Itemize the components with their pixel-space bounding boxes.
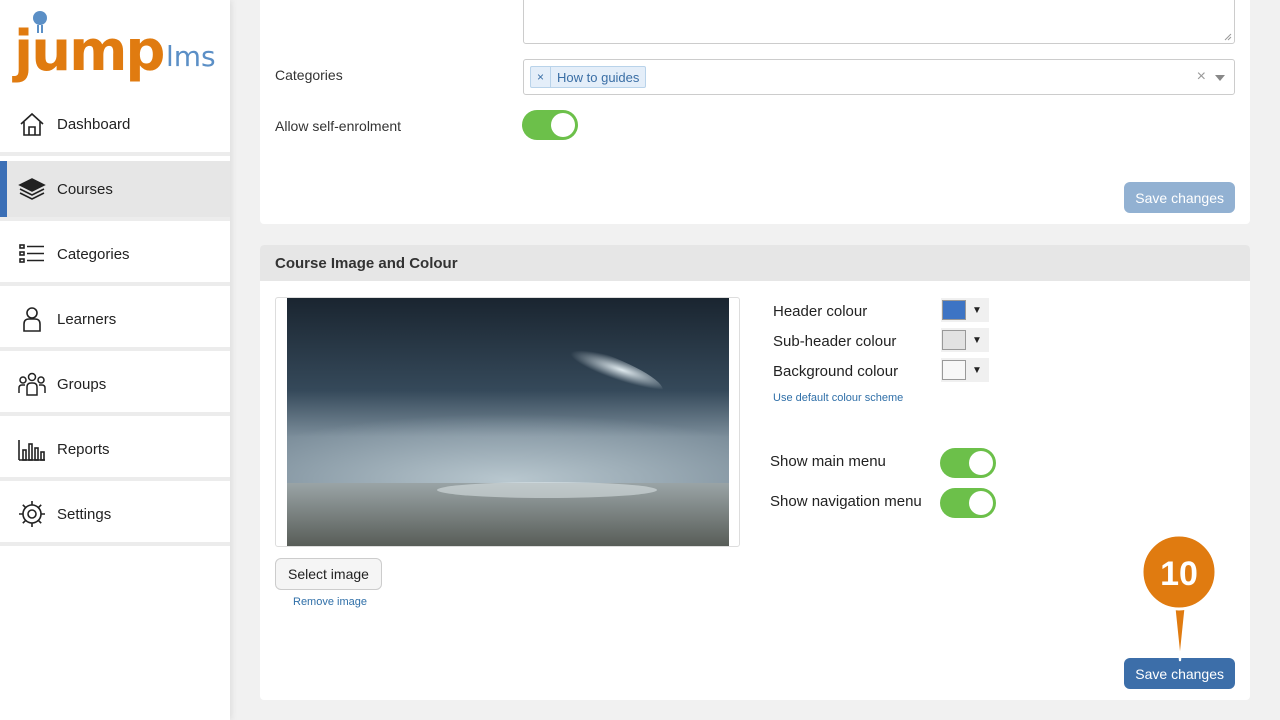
header-colour-picker[interactable]: ▼ bbox=[941, 298, 989, 322]
background-colour-label: Background colour bbox=[773, 363, 899, 380]
sidebar-item-groups[interactable]: Groups bbox=[0, 356, 230, 416]
course-image-frame bbox=[275, 297, 740, 547]
header-colour-swatch bbox=[942, 300, 966, 320]
sidebar-item-reports[interactable]: Reports bbox=[0, 421, 230, 481]
subheader-colour-swatch bbox=[942, 330, 966, 350]
sidebar-item-label: Settings bbox=[57, 505, 112, 523]
self-enrolment-toggle[interactable] bbox=[522, 110, 578, 140]
home-icon bbox=[17, 109, 47, 139]
header-colour-label: Header colour bbox=[773, 303, 868, 320]
sidebar-item-settings[interactable]: Settings bbox=[0, 486, 230, 546]
remove-image-link[interactable]: Remove image bbox=[293, 596, 367, 608]
toggle-knob bbox=[551, 113, 575, 137]
self-enrolment-label: Allow self-enrolment bbox=[275, 118, 402, 134]
background-colour-picker[interactable]: ▼ bbox=[941, 358, 989, 382]
toggle-knob bbox=[969, 451, 993, 475]
gear-icon bbox=[17, 499, 47, 529]
caret-down-icon: ▼ bbox=[972, 364, 982, 376]
course-image-colour-card: Course Image and Colour Select image Rem… bbox=[260, 245, 1250, 700]
toggle-knob bbox=[969, 491, 993, 515]
bar-chart-icon bbox=[17, 434, 47, 464]
save-changes-button[interactable]: Save changes bbox=[1124, 182, 1235, 213]
sidebar-item-categories[interactable]: Categories bbox=[0, 226, 230, 286]
caret-down-icon: ▼ bbox=[972, 304, 982, 316]
svg-text:jump: jump bbox=[12, 19, 164, 84]
course-image-preview bbox=[287, 298, 729, 546]
sidebar-item-label: Learners bbox=[57, 310, 117, 328]
sidebar-item-label: Categories bbox=[57, 245, 130, 263]
svg-text:lms: lms bbox=[166, 40, 216, 73]
description-textarea[interactable] bbox=[523, 0, 1235, 44]
group-icon bbox=[17, 369, 47, 399]
sidebar-item-label: Dashboard bbox=[57, 115, 131, 133]
sidebar-item-courses[interactable]: Courses bbox=[0, 161, 230, 221]
sidebar-item-dashboard[interactable]: Dashboard bbox=[0, 96, 230, 156]
sidebar-item-label: Reports bbox=[57, 440, 110, 458]
subheader-colour-picker[interactable]: ▼ bbox=[941, 328, 989, 352]
course-settings-card: Categories × How to guides × Allow self-… bbox=[260, 0, 1250, 224]
remove-tag-button[interactable]: × bbox=[531, 67, 552, 87]
subheader-colour-label: Sub-header colour bbox=[773, 333, 897, 350]
background-colour-swatch bbox=[942, 360, 966, 380]
show-main-menu-toggle[interactable] bbox=[940, 448, 996, 478]
category-tag: × How to guides bbox=[530, 66, 647, 88]
jumplms-logo[interactable]: jump lms bbox=[12, 8, 222, 92]
default-colour-scheme-link[interactable]: Use default colour scheme bbox=[773, 392, 903, 404]
show-navigation-menu-label: Show navigation menu bbox=[770, 493, 922, 510]
resize-grip-icon[interactable] bbox=[1224, 33, 1232, 41]
select-image-button[interactable]: Select image bbox=[275, 558, 382, 590]
card-title: Course Image and Colour bbox=[260, 245, 1250, 281]
sidebar-item-learners[interactable]: Learners bbox=[0, 291, 230, 351]
sidebar: jump lms Dashboard Courses Categories Le… bbox=[0, 0, 230, 720]
show-navigation-menu-toggle[interactable] bbox=[940, 488, 996, 518]
categories-label: Categories bbox=[275, 67, 343, 83]
list-icon bbox=[17, 239, 47, 269]
sidebar-item-label: Courses bbox=[57, 180, 113, 198]
clear-selection-button[interactable]: × bbox=[1197, 68, 1206, 86]
caret-down-icon: ▼ bbox=[972, 334, 982, 346]
category-tag-label: How to guides bbox=[557, 69, 640, 85]
step-callout: 10 bbox=[1140, 533, 1220, 663]
dropdown-arrow-icon[interactable] bbox=[1215, 75, 1225, 81]
step-number: 10 bbox=[1160, 555, 1198, 593]
show-main-menu-label: Show main menu bbox=[770, 453, 886, 470]
person-icon bbox=[17, 304, 47, 334]
categories-select[interactable]: × How to guides × bbox=[523, 59, 1235, 95]
sidebar-item-label: Groups bbox=[57, 375, 107, 393]
books-icon bbox=[17, 174, 47, 204]
